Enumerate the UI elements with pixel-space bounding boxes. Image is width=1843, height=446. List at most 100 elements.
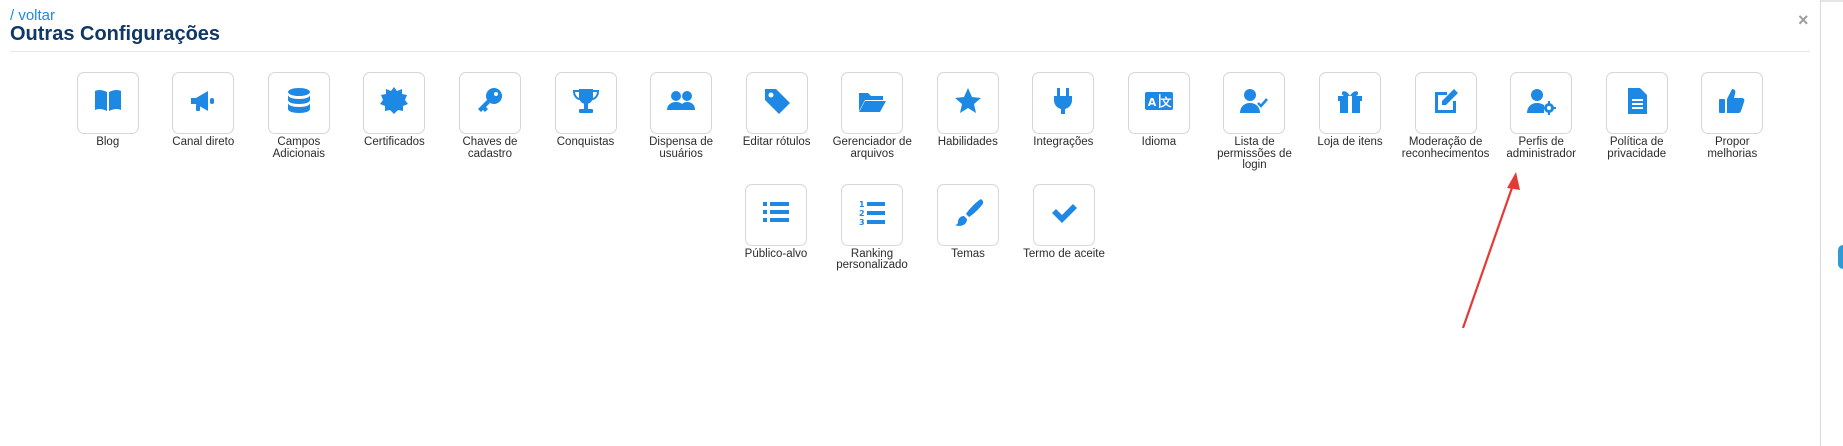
thumbs-up-icon bbox=[1719, 88, 1745, 113]
star-icon bbox=[953, 86, 983, 121]
setting-item-dispensa-de-usuarios[interactable]: Dispensa de usuários bbox=[633, 72, 729, 172]
plug-icon bbox=[1054, 87, 1073, 114]
setting-item-politica-de-privacidade[interactable]: Política de privacidade bbox=[1589, 72, 1685, 172]
setting-label: Habilidades bbox=[937, 136, 998, 148]
file-text-icon bbox=[1622, 86, 1652, 121]
setting-label: Gerenciador de arquivos bbox=[832, 136, 912, 160]
certificate-icon bbox=[380, 86, 409, 114]
setting-label: Canal direto bbox=[172, 136, 235, 148]
setting-tile-button[interactable] bbox=[76, 72, 139, 134]
gift-icon bbox=[1338, 90, 1363, 113]
setting-tile-button[interactable]: 123 bbox=[841, 183, 903, 246]
plug-icon bbox=[1048, 86, 1078, 121]
setting-item-loja-de-itens[interactable]: Loja de itens bbox=[1302, 72, 1398, 172]
setting-tile-button[interactable] bbox=[172, 72, 235, 134]
setting-tile-button[interactable] bbox=[936, 72, 999, 134]
setting-tile-button[interactable] bbox=[841, 72, 904, 134]
side-widget-handle[interactable] bbox=[1838, 245, 1843, 269]
setting-tile-button[interactable] bbox=[937, 183, 999, 246]
trophy-icon bbox=[571, 86, 601, 121]
setting-item-chaves-de-cadastro[interactable]: Chaves de cadastro bbox=[442, 72, 538, 172]
book-icon bbox=[94, 89, 121, 111]
list-icon bbox=[763, 202, 789, 222]
setting-item-canal-direto[interactable]: Canal direto bbox=[156, 72, 252, 172]
setting-tile-button[interactable] bbox=[1032, 72, 1095, 134]
setting-label: Propor melhorias bbox=[1707, 136, 1758, 160]
user-gear-icon bbox=[1526, 86, 1557, 121]
setting-tile-button[interactable] bbox=[1605, 72, 1668, 134]
setting-tile-button[interactable] bbox=[1033, 183, 1095, 246]
setting-label: Integrações bbox=[1033, 136, 1094, 148]
setting-tile-button[interactable] bbox=[267, 72, 330, 134]
svg-text:2: 2 bbox=[859, 209, 865, 218]
setting-item-conquistas[interactable]: Conquistas bbox=[538, 72, 634, 172]
setting-label: Temas bbox=[951, 247, 985, 260]
check-icon bbox=[1052, 204, 1077, 223]
setting-item-termo-de-aceite[interactable]: Termo de aceite bbox=[1016, 183, 1112, 272]
setting-tile-button[interactable] bbox=[1319, 72, 1382, 134]
setting-item-habilidades[interactable]: Habilidades bbox=[920, 72, 1016, 172]
star-icon bbox=[954, 87, 981, 113]
setting-label: Público-alvo bbox=[744, 247, 808, 260]
edit-icon bbox=[1431, 86, 1461, 121]
key-icon bbox=[477, 87, 502, 112]
check-icon bbox=[1049, 197, 1079, 232]
setting-label: Loja de itens bbox=[1317, 136, 1383, 148]
setting-tile-button[interactable] bbox=[745, 72, 808, 134]
database-icon bbox=[284, 86, 314, 121]
book-icon bbox=[93, 86, 123, 121]
svg-text:文: 文 bbox=[1160, 95, 1172, 109]
back-link[interactable]: / voltar bbox=[10, 7, 55, 24]
setting-item-perfis-de-administrador[interactable]: Perfis de administrador bbox=[1493, 72, 1589, 172]
page-title: Outras Configurações bbox=[10, 23, 221, 45]
list-icon bbox=[761, 197, 791, 232]
close-button[interactable]: × bbox=[1798, 11, 1809, 29]
setting-tile-button[interactable] bbox=[363, 72, 426, 134]
setting-item-publico-alvo[interactable]: Público-alvo bbox=[728, 183, 824, 272]
setting-item-campos-adicionais[interactable]: Campos Adicionais bbox=[251, 72, 347, 172]
megaphone-icon bbox=[188, 86, 218, 121]
setting-item-ranking-personalizado[interactable]: 1 2 3 Ranking personalizado bbox=[824, 183, 920, 272]
page-root: / voltar Outras Configurações × Blog Cana… bbox=[0, 0, 1843, 446]
setting-tile-button[interactable] bbox=[1223, 72, 1286, 134]
setting-tile-button[interactable] bbox=[1701, 72, 1764, 134]
header-divider bbox=[10, 51, 1810, 52]
setting-item-integracoes[interactable]: Integrações bbox=[1016, 72, 1112, 172]
setting-item-gerenciador-de-arquivos[interactable]: Gerenciador de arquivos bbox=[824, 72, 920, 172]
setting-label: Certificados bbox=[364, 136, 425, 148]
setting-item-temas[interactable]: Temas bbox=[920, 183, 1016, 272]
setting-item-lista-de-permissoes-de-login[interactable]: Lista de permissões de login bbox=[1207, 72, 1303, 172]
setting-tile-button[interactable] bbox=[554, 72, 617, 134]
setting-item-editar-rotulos[interactable]: Editar rótulos bbox=[729, 72, 825, 172]
users-icon bbox=[667, 90, 696, 110]
setting-item-certificados[interactable]: Certificados bbox=[347, 72, 443, 172]
setting-item-idioma[interactable]: A 文 Idioma bbox=[1111, 72, 1207, 172]
settings-row-1: Blog Canal direto Campos Adicionais Certifi… bbox=[60, 72, 1780, 172]
trophy-icon bbox=[572, 88, 599, 113]
list-ol-icon: 123 bbox=[857, 197, 887, 232]
setting-tile-button[interactable] bbox=[1510, 72, 1573, 134]
setting-label: Lista de permissões de login bbox=[1217, 136, 1292, 171]
setting-label: Ranking personalizado bbox=[836, 247, 908, 271]
setting-tile-button[interactable] bbox=[458, 72, 521, 134]
setting-tile-button[interactable] bbox=[650, 72, 713, 134]
setting-item-propor-melhorias[interactable]: Propor melhorias bbox=[1685, 72, 1781, 172]
tag-icon bbox=[762, 86, 792, 121]
language-icon: A文 bbox=[1144, 91, 1173, 110]
setting-item-blog[interactable]: Blog bbox=[60, 72, 156, 172]
setting-label: Blog bbox=[96, 136, 120, 148]
file-text-icon bbox=[1627, 87, 1647, 114]
database-icon bbox=[287, 87, 310, 113]
setting-label: Chaves de cadastro bbox=[462, 136, 518, 160]
setting-tile-button[interactable] bbox=[745, 183, 807, 246]
megaphone-icon bbox=[191, 90, 215, 111]
setting-item-moderacao-de-reconhecimentos[interactable]: Moderação de reconhecimentos bbox=[1398, 72, 1494, 172]
setting-label: Dispensa de usuários bbox=[649, 136, 714, 160]
settings-modal: / voltar Outras Configurações × Blog Cana… bbox=[0, 0, 1821, 446]
setting-label: Conquistas bbox=[556, 136, 615, 148]
users-icon bbox=[666, 86, 696, 121]
setting-tile-button[interactable]: A文 bbox=[1127, 72, 1190, 134]
thumbs-up-icon bbox=[1717, 86, 1747, 121]
setting-tile-button[interactable] bbox=[1414, 72, 1477, 134]
setting-label: Política de privacidade bbox=[1607, 136, 1667, 160]
